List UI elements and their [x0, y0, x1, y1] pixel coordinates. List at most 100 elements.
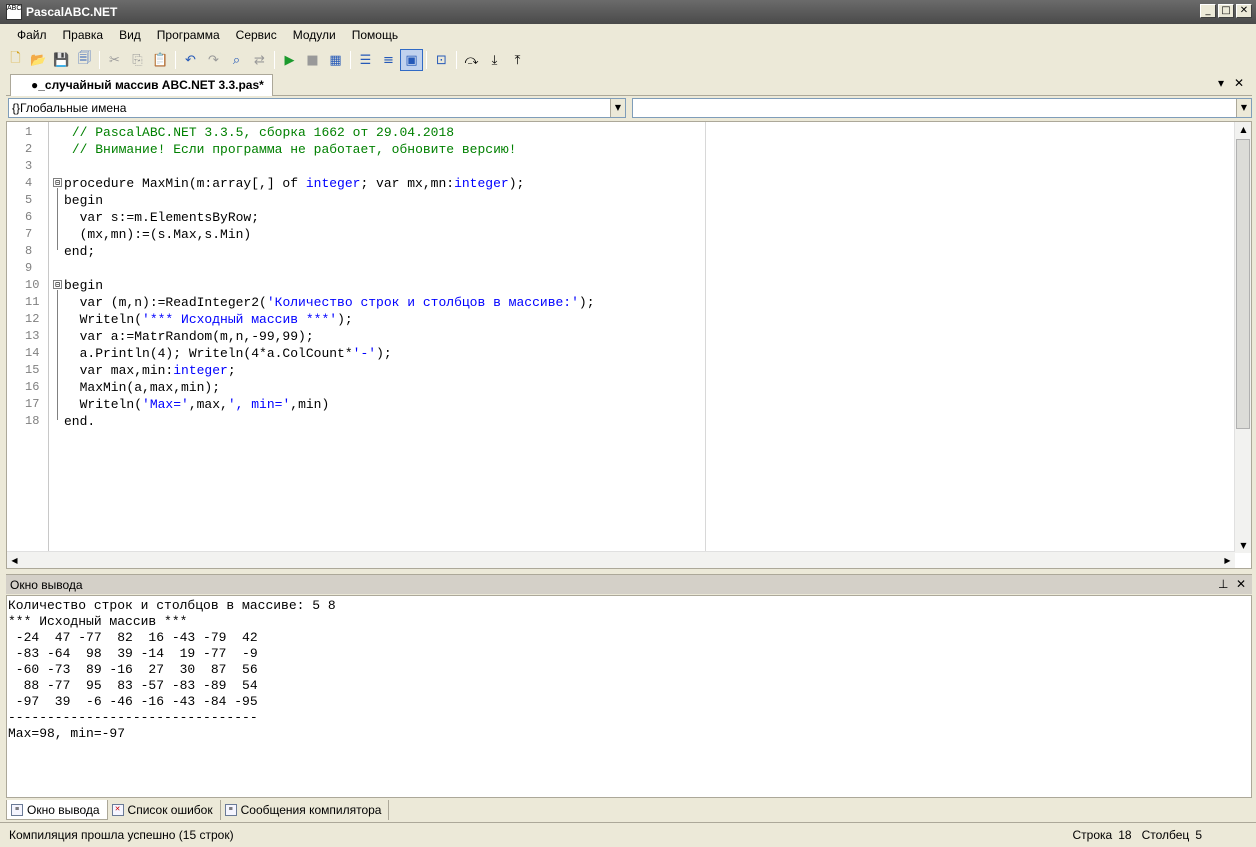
app-logo-icon: ABC	[6, 4, 22, 20]
document-tab-strip: ●_случайный массив ABC.NET 3.3.pas* ▾ ✕	[6, 74, 1252, 96]
run-icon[interactable]: ▶	[278, 49, 301, 71]
code-token: MaxMin(a,max,min);	[64, 380, 221, 395]
code-token: end.	[64, 414, 96, 429]
code-token: begin	[64, 278, 104, 293]
tab-error-list[interactable]: ✕ Список ошибок	[108, 800, 221, 820]
menu-bar: Файл Правка Вид Программа Сервис Модули …	[0, 24, 1256, 46]
code-token: // PascalABC.NET 3.3.5, сборка 1662 от 2…	[71, 125, 455, 140]
fold-guide	[57, 290, 58, 420]
comment-icon[interactable]: ☰	[354, 49, 377, 71]
output-line: -24 47 -77 82 16 -43 -79 42	[8, 630, 258, 645]
code-line: var s:=m.ElementsByRow;	[64, 209, 259, 226]
chevron-down-icon[interactable]: ▼	[610, 99, 625, 117]
code-editor[interactable]: 1 2 3 4 5 6 7 8 9 10 11 12 13 14 15 16 1…	[6, 121, 1252, 569]
stop-icon[interactable]: ■	[301, 49, 324, 71]
code-token: integer	[173, 363, 228, 378]
maximize-button[interactable]: □	[1218, 4, 1234, 18]
code-token: 'Количество строк и столбцов в массиве:'	[266, 295, 579, 310]
console-icon[interactable]: ▣	[400, 49, 423, 71]
vertical-scroll-thumb[interactable]	[1236, 139, 1250, 429]
status-bar: Компиляция прошла успешно (15 строк) Стр…	[0, 822, 1256, 847]
paste-icon[interactable]: 📋	[149, 49, 172, 71]
close-tab-icon[interactable]: ✕	[1234, 76, 1244, 90]
open-folder-icon[interactable]: 📂	[27, 49, 50, 71]
output-line: *** Исходный массив ***	[8, 614, 188, 629]
scroll-down-icon[interactable]: ▼	[1236, 538, 1251, 553]
fold-toggle-icon[interactable]: ⊟	[53, 280, 62, 289]
uncomment-icon[interactable]: ≡	[377, 49, 400, 71]
scroll-left-icon[interactable]: ◀	[7, 553, 22, 568]
members-combo[interactable]: ▼	[632, 98, 1252, 118]
menu-file[interactable]: Файл	[9, 25, 55, 45]
code-line: var a:=MatrRandom(m,n,-99,99);	[64, 328, 314, 345]
find-icon[interactable]: ⌕	[225, 49, 248, 71]
close-button[interactable]: ✕	[1236, 4, 1252, 18]
code-token: '-'	[352, 346, 377, 361]
code-token: var s:=m.ElementsByRow;	[64, 210, 260, 225]
output-line: -60 -73 89 -16 27 30 87 56	[8, 662, 258, 677]
chevron-down-icon[interactable]: ▼	[1236, 99, 1251, 117]
fold-toggle-icon[interactable]: ⊟	[53, 178, 62, 187]
code-line: var (m,n):=ReadInteger2('Количество стро…	[64, 294, 595, 311]
step-out-icon[interactable]: ⤒	[506, 49, 529, 71]
menu-service[interactable]: Сервис	[228, 25, 285, 45]
toolbar-separator	[350, 51, 351, 69]
redo-icon[interactable]: ↷	[202, 49, 225, 71]
column-label: Столбец	[1141, 828, 1190, 842]
tab-compiler-messages[interactable]: ≡ Сообщения компилятора	[221, 800, 390, 820]
code-token: ; var mx,mn:	[360, 176, 455, 191]
global-names-combo[interactable]: {}Глобальные имена ▼	[8, 98, 626, 118]
new-file-icon[interactable]: 🗋	[4, 49, 27, 71]
scroll-right-icon[interactable]: ▶	[1220, 553, 1235, 568]
tab-current-file[interactable]: ●_случайный массив ABC.NET 3.3.pas*	[10, 74, 273, 96]
code-line: end;	[64, 243, 95, 260]
row-label: Строка	[1072, 828, 1113, 842]
code-line: Writeln('*** Исходный массив ***');	[64, 311, 353, 328]
replace-icon[interactable]: ⇄	[248, 49, 271, 71]
menu-modules[interactable]: Модули	[285, 25, 344, 45]
tab-list-dropdown-icon[interactable]: ▾	[1218, 76, 1224, 90]
global-names-value: {}Глобальные имена	[12, 101, 127, 115]
vertical-scrollbar[interactable]: ▲ ▼	[1234, 122, 1251, 553]
output-line: -83 -64 98 39 -14 19 -77 -9	[8, 646, 258, 661]
format-icon[interactable]: ⊡	[430, 49, 453, 71]
code-token: integer	[305, 176, 361, 191]
line-number: 16	[25, 380, 40, 394]
cut-icon[interactable]: ✂	[103, 49, 126, 71]
menu-edit[interactable]: Правка	[55, 25, 112, 45]
copy-icon[interactable]: ⎘	[126, 49, 149, 71]
code-line: Writeln('Max=',max,', min=',min)	[64, 396, 330, 413]
line-number: 14	[25, 346, 40, 360]
menu-view[interactable]: Вид	[111, 25, 149, 45]
undo-icon[interactable]: ↶	[179, 49, 202, 71]
code-token: );	[508, 176, 525, 191]
scroll-up-icon[interactable]: ▲	[1236, 122, 1251, 137]
code-line: // Внимание! Если программа не работает,…	[64, 141, 517, 158]
debug-icon[interactable]: ▦	[324, 49, 347, 71]
save-icon[interactable]: 💾	[50, 49, 73, 71]
close-panel-icon[interactable]: ✕	[1236, 577, 1246, 591]
menu-help[interactable]: Помощь	[344, 25, 406, 45]
pin-icon[interactable]: ⊥	[1218, 577, 1228, 591]
code-token: ,min)	[290, 397, 330, 412]
line-number: 2	[25, 142, 33, 156]
code-token: var (m,n):=ReadInteger2(	[64, 295, 267, 310]
output-line: --------------------------------	[8, 710, 258, 725]
line-number: 11	[25, 295, 40, 309]
minimize-button[interactable]: _	[1200, 4, 1216, 18]
fold-guide	[57, 188, 58, 250]
save-all-icon[interactable]: 🗐	[73, 49, 96, 71]
horizontal-scrollbar[interactable]: ◀ ▶	[7, 551, 1235, 568]
step-over-icon[interactable]: ⤼	[460, 49, 483, 71]
output-window[interactable]: Количество строк и столбцов в массиве: 5…	[6, 595, 1252, 798]
line-number: 7	[25, 227, 33, 241]
menu-program[interactable]: Программа	[149, 25, 228, 45]
line-number: 9	[25, 261, 33, 275]
step-into-icon[interactable]: ⤓	[483, 49, 506, 71]
code-line: procedure MaxMin(m:array[,] of integer; …	[64, 175, 524, 192]
error-list-icon: ✕	[111, 804, 124, 816]
tab-output-window[interactable]: ≡ Окно вывода	[6, 800, 108, 820]
line-number: 13	[25, 329, 40, 343]
line-number: 5	[25, 193, 33, 207]
tab-compiler-messages-label: Сообщения компилятора	[240, 803, 382, 817]
